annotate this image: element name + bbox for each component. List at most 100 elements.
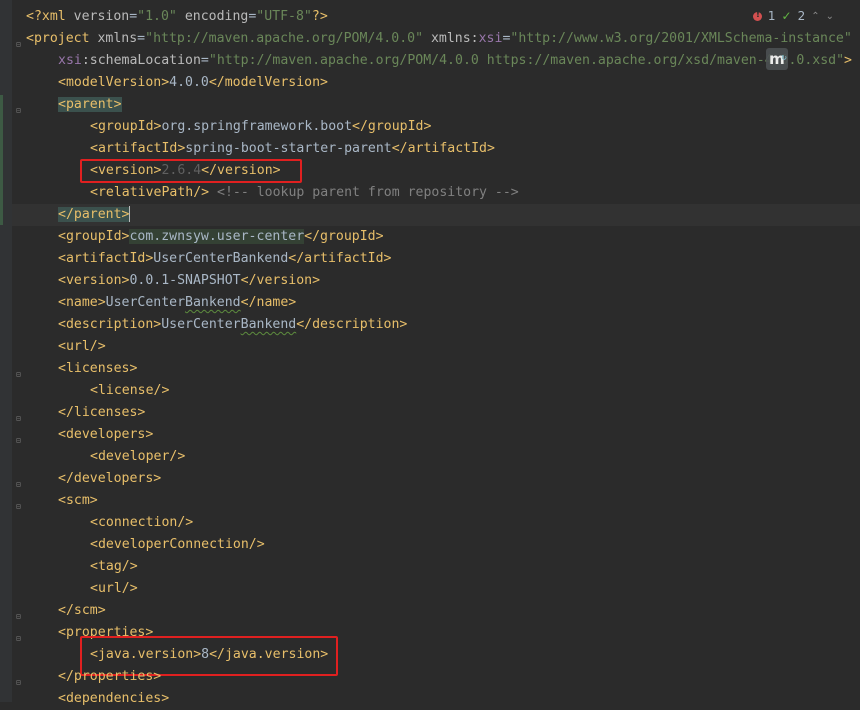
tag-open: <developers>: [58, 427, 154, 442]
tag-open: <name>: [58, 295, 106, 310]
tag-text: 0.0.1-SNAPSHOT: [129, 273, 241, 288]
tag-close: >: [844, 53, 852, 68]
code-line-dependencies-open[interactable]: <dependencies>: [58, 688, 169, 710]
tag-close: </developers>: [58, 471, 162, 486]
fold-icon[interactable]: ⊟: [16, 480, 23, 489]
fold-icon[interactable]: ⊟: [16, 678, 23, 687]
tag-open: <version>: [58, 273, 130, 288]
xml-pi-close: ?>: [311, 9, 328, 24]
tag-close: </artifactId>: [391, 141, 495, 156]
code-editor[interactable]: 1 ✓ 2 ⌃ ⌄ ⊟ ⊟ ⊟ ⊟ ⊟ ⊟ ⊟ ⊟ ⊟ ⊟ ⊟ <?xml ve…: [0, 0, 860, 706]
tag-close: </artifactId>: [288, 251, 392, 266]
chevron-up-icon[interactable]: ⌃: [811, 11, 819, 22]
code-line-parent-group-id[interactable]: <groupId>org.springframework.boot</group…: [90, 116, 431, 138]
tag-text: 4.0.0: [169, 75, 209, 90]
tag-open: <scm>: [58, 493, 98, 508]
tag-close: </description>: [296, 317, 408, 332]
attr-name: encoding: [176, 9, 249, 24]
tag-close: </parent>: [58, 207, 130, 222]
code-line-parent-artifact-id[interactable]: <artifactId>spring-boot-starter-parent</…: [90, 138, 495, 160]
fold-icon[interactable]: ⊟: [16, 106, 23, 115]
code-line-scm-close[interactable]: </scm>: [58, 600, 106, 622]
fold-icon[interactable]: ⊟: [16, 40, 23, 49]
fold-icon[interactable]: ⊟: [16, 370, 23, 379]
tag-close: </properties>: [58, 669, 162, 684]
namespace: xsi: [58, 53, 82, 68]
attr-value: "http://maven.apache.org/POM/4.0.0": [145, 31, 424, 46]
code-line-scm-open[interactable]: <scm>: [58, 490, 98, 512]
tag-open: <modelVersion>: [58, 75, 170, 90]
code-line-artifact-id[interactable]: <artifactId>UserCenterBankend</artifactI…: [58, 248, 391, 270]
code-line-licenses-close[interactable]: </licenses>: [58, 402, 145, 424]
typo-text: Bankend: [240, 317, 297, 332]
code-line-tag[interactable]: <tag/>: [90, 556, 138, 578]
fold-icon[interactable]: ⊟: [16, 612, 23, 621]
tag-open: <artifactId>: [58, 251, 154, 266]
code-line-parent-open[interactable]: <parent>: [58, 94, 122, 116]
maven-icon[interactable]: m ↻: [766, 48, 788, 70]
namespace: xsi: [478, 31, 503, 46]
tag-self-closing: <url/>: [58, 339, 106, 354]
tag-open: <project: [26, 31, 98, 46]
code-line-schema-location[interactable]: xsi:schemaLocation="http://maven.apache.…: [58, 50, 852, 72]
colon: :: [470, 31, 479, 46]
code-line-model-version[interactable]: <modelVersion>4.0.0</modelVersion>: [58, 72, 328, 94]
warning-check-icon: ✓: [781, 9, 792, 23]
code-line-version[interactable]: <version>0.0.1-SNAPSHOT</version>: [58, 270, 320, 292]
code-line-developer-connection[interactable]: <developerConnection/>: [90, 534, 265, 556]
attr-name: xmlns: [97, 31, 138, 46]
inspection-status[interactable]: 1 ✓ 2 ⌃ ⌄: [752, 9, 834, 23]
code-line-xml-declaration[interactable]: <?xml version="1.0" encoding="UTF-8"?>: [26, 6, 328, 28]
fold-icon[interactable]: ⊟: [16, 502, 23, 511]
code-line-scm-url[interactable]: <url/>: [90, 578, 138, 600]
tag-close: </licenses>: [58, 405, 146, 420]
tag-self-closing: <url/>: [90, 581, 138, 596]
fold-icon[interactable]: ⊟: [16, 414, 23, 423]
code-line-developers-open[interactable]: <developers>: [58, 424, 153, 446]
code-line-description[interactable]: <description>UserCenterBankend</descript…: [58, 314, 407, 336]
code-line-properties-close[interactable]: </properties>: [58, 666, 161, 688]
code-line-developers-close[interactable]: </developers>: [58, 468, 161, 490]
tag-close: </groupId>: [304, 229, 384, 244]
attr-value: "http://maven.apache.org/POM/4.0.0 https…: [208, 53, 845, 68]
tag-text: spring-boot-starter-parent: [185, 141, 392, 156]
tag-text: com.zwnsyw.user-center: [129, 229, 305, 244]
fold-icon[interactable]: ⊟: [16, 634, 23, 643]
tag-open: <groupId>: [90, 119, 162, 134]
tag-text: UserCenter: [161, 317, 241, 332]
tag-close: </version>: [240, 273, 321, 288]
tag-self-closing: <connection/>: [90, 515, 194, 530]
attr-name: :schemaLocation: [81, 53, 201, 68]
refresh-icon: ↻: [781, 54, 787, 62]
code-line-url[interactable]: <url/>: [58, 336, 106, 358]
code-line-developer[interactable]: <developer/>: [90, 446, 185, 468]
tag-open: <description>: [58, 317, 162, 332]
chevron-down-icon[interactable]: ⌄: [826, 11, 834, 22]
tag-self-closing: <license/>: [90, 383, 170, 398]
tag-self-closing: <developer/>: [90, 449, 186, 464]
tag-open: <artifactId>: [90, 141, 186, 156]
code-line-group-id[interactable]: <groupId>com.zwnsyw.user-center</groupId…: [58, 226, 384, 248]
tag-open: <parent>: [58, 97, 122, 112]
text-caret: [129, 206, 131, 222]
tag-open: <groupId>: [58, 229, 130, 244]
code-line-name[interactable]: <name>UserCenterBankend</name>: [58, 292, 296, 314]
error-icon: [752, 10, 762, 21]
code-line-relative-path[interactable]: <relativePath/> <!-- lookup parent from …: [90, 182, 519, 204]
code-line-licenses-open[interactable]: <licenses>: [58, 358, 137, 380]
equals: =: [129, 9, 138, 24]
tag-open: <relativePath/>: [90, 185, 210, 200]
typo-text: Bankend: [185, 295, 241, 310]
xml-pi-open: <?xml: [26, 9, 74, 24]
fold-icon[interactable]: ⊟: [16, 436, 23, 445]
error-count: 1: [767, 9, 776, 23]
attr-value: "UTF-8": [256, 9, 312, 24]
tag-close: </groupId>: [352, 119, 432, 134]
change-marker: [0, 95, 3, 225]
code-line-license[interactable]: <license/>: [90, 380, 169, 402]
tag-close: </modelVersion>: [208, 75, 328, 90]
code-line-parent-close[interactable]: </parent>: [12, 204, 860, 226]
equals: =: [200, 53, 209, 68]
code-line-connection[interactable]: <connection/>: [90, 512, 193, 534]
code-line-project[interactable]: <project xmlns="http://maven.apache.org/…: [26, 28, 852, 50]
